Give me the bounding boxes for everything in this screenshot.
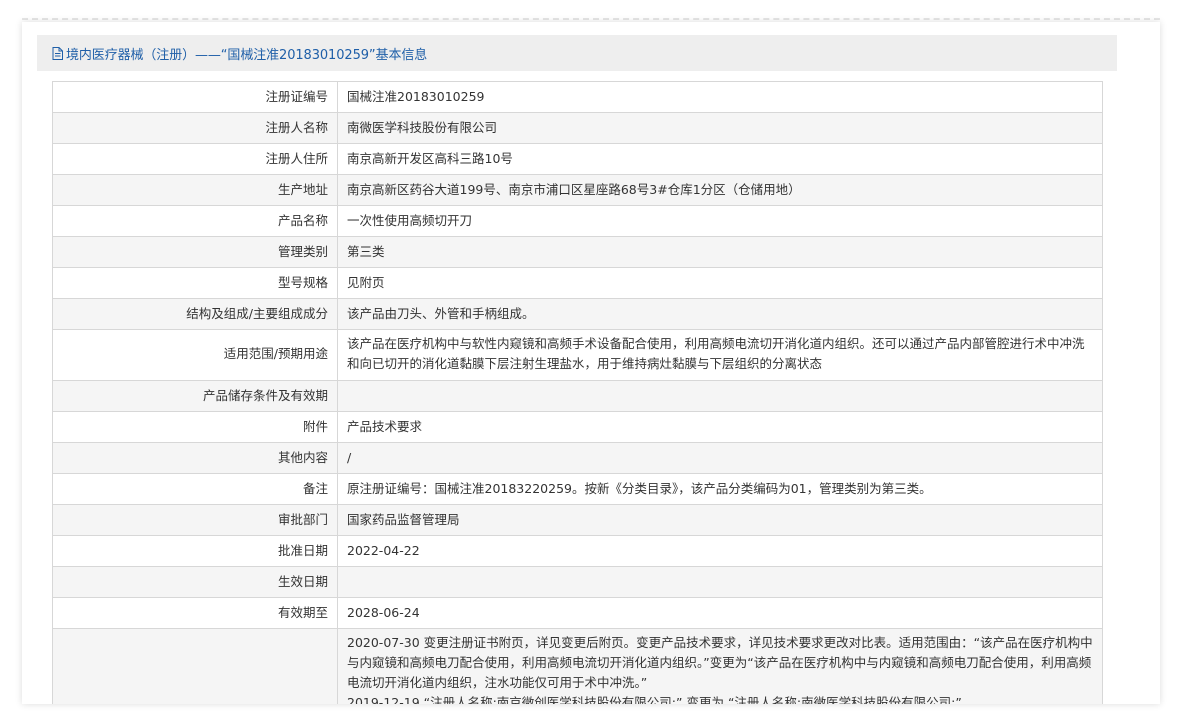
row-value: 该产品由刀头、外管和手柄组成。 bbox=[337, 298, 1103, 330]
table-row-registrant-name: 注册人名称 南微医学科技股份有限公司 bbox=[52, 112, 1103, 144]
table-row-product-name: 产品名称 一次性使用高频切开刀 bbox=[52, 205, 1103, 237]
row-value: 原注册证编号：国械注准20183220259。按新《分类目录》，该产品分类编码为… bbox=[337, 473, 1103, 505]
row-label: 审批部门 bbox=[52, 504, 338, 536]
table-row-attachment: 附件 产品技术要求 bbox=[52, 411, 1103, 443]
row-label: 产品储存条件及有效期 bbox=[52, 380, 338, 412]
table-row-approval-date: 批准日期 2022-04-22 bbox=[52, 535, 1103, 567]
info-table-container: 注册证编号 国械注准20183010259 注册人名称 南微医学科技股份有限公司… bbox=[52, 81, 1103, 704]
table-row-registrant-address: 注册人住所 南京高新开发区高科三路10号 bbox=[52, 143, 1103, 175]
row-label: 附件 bbox=[52, 411, 338, 443]
row-label: 备注 bbox=[52, 473, 338, 505]
row-label: 生产地址 bbox=[52, 174, 338, 206]
row-label: 产品名称 bbox=[52, 205, 338, 237]
table-row-valid-until: 有效期至 2028-06-24 bbox=[52, 597, 1103, 629]
table-row-model-spec: 型号规格 见附页 bbox=[52, 267, 1103, 299]
row-value bbox=[337, 380, 1103, 412]
table-row-approval-department: 审批部门 国家药品监督管理局 bbox=[52, 504, 1103, 536]
row-label: 适用范围/预期用途 bbox=[52, 329, 338, 381]
row-label: 注册人名称 bbox=[52, 112, 338, 144]
row-label: 生效日期 bbox=[52, 566, 338, 598]
row-label: 注册证编号 bbox=[52, 81, 338, 113]
table-row-management-category: 管理类别 第三类 bbox=[52, 236, 1103, 268]
row-value: 该产品在医疗机构中与软性内窥镜和高频手术设备配合使用，利用高频电流切开消化道内组… bbox=[337, 329, 1103, 381]
row-value: 国械注准20183010259 bbox=[337, 81, 1103, 113]
section-title: 境内医疗器械（注册）——“国械注准20183010259”基本信息 bbox=[66, 47, 428, 63]
row-value: 南京高新区药谷大道199号、南京市浦口区星座路68号3#仓库1分区（仓储用地） bbox=[337, 174, 1103, 206]
row-label: 注册人住所 bbox=[52, 143, 338, 175]
document-icon bbox=[52, 47, 63, 60]
row-value: / bbox=[337, 442, 1103, 474]
row-label: 型号规格 bbox=[52, 267, 338, 299]
table-row-storage-conditions: 产品储存条件及有效期 bbox=[52, 380, 1103, 412]
table-row-production-address: 生产地址 南京高新区药谷大道199号、南京市浦口区星座路68号3#仓库1分区（仓… bbox=[52, 174, 1103, 206]
table-row-effective-date: 生效日期 bbox=[52, 566, 1103, 598]
table-row-intended-use: 适用范围/预期用途 该产品在医疗机构中与软性内窥镜和高频手术设备配合使用，利用高… bbox=[52, 329, 1103, 381]
row-label: 批准日期 bbox=[52, 535, 338, 567]
row-value bbox=[337, 566, 1103, 598]
table-row-registration-number: 注册证编号 国械注准20183010259 bbox=[52, 81, 1103, 113]
change-history-value: 2020-07-30 变更注册证书附页，详见变更后附页。变更产品技术要求，详见技… bbox=[337, 628, 1103, 704]
row-label: 其他内容 bbox=[52, 442, 338, 474]
top-dashed-divider bbox=[22, 18, 1160, 20]
table-row-change-history: 2020-07-30 变更注册证书附页，详见变更后附页。变更产品技术要求，详见技… bbox=[52, 628, 1103, 704]
row-label bbox=[52, 628, 338, 704]
row-value: 南京高新开发区高科三路10号 bbox=[337, 143, 1103, 175]
row-label: 管理类别 bbox=[52, 236, 338, 268]
row-value: 产品技术要求 bbox=[337, 411, 1103, 443]
row-value: 第三类 bbox=[337, 236, 1103, 268]
table-row-other-content: 其他内容 / bbox=[52, 442, 1103, 474]
info-table: 注册证编号 国械注准20183010259 注册人名称 南微医学科技股份有限公司… bbox=[52, 81, 1103, 704]
row-value: 2022-04-22 bbox=[337, 535, 1103, 567]
section-header: 境内医疗器械（注册）——“国械注准20183010259”基本信息 bbox=[37, 35, 1117, 71]
table-row-remarks: 备注 原注册证编号：国械注准20183220259。按新《分类目录》，该产品分类… bbox=[52, 473, 1103, 505]
row-value: 见附页 bbox=[337, 267, 1103, 299]
row-value: 国家药品监督管理局 bbox=[337, 504, 1103, 536]
detail-card: 境内医疗器械（注册）——“国械注准20183010259”基本信息 注册证编号 … bbox=[22, 22, 1160, 704]
row-label: 有效期至 bbox=[52, 597, 338, 629]
table-row-structure-composition: 结构及组成/主要组成成分 该产品由刀头、外管和手柄组成。 bbox=[52, 298, 1103, 330]
row-value: 南微医学科技股份有限公司 bbox=[337, 112, 1103, 144]
row-label: 结构及组成/主要组成成分 bbox=[52, 298, 338, 330]
row-value: 2028-06-24 bbox=[337, 597, 1103, 629]
row-value: 一次性使用高频切开刀 bbox=[337, 205, 1103, 237]
